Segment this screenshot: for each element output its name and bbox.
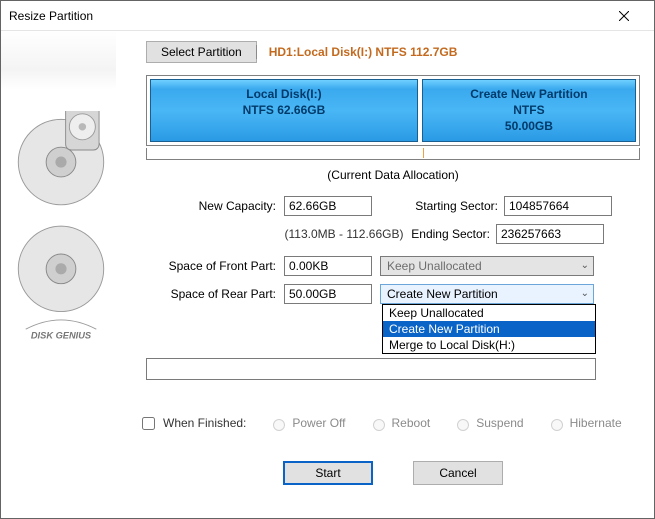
partition-left-info: NTFS 62.66GB <box>151 102 417 118</box>
partition-right-name: Create New Partition <box>423 86 635 102</box>
ending-sector-label: Ending Sector: <box>398 227 490 241</box>
partition-right-fs: NTFS <box>423 102 635 118</box>
titlebar: Resize Partition <box>1 1 654 31</box>
cancel-button[interactable]: Cancel <box>413 461 503 485</box>
radio-reboot[interactable]: Reboot <box>368 416 431 431</box>
partition-left[interactable]: Local Disk(I:) NTFS 62.66GB <box>150 79 418 142</box>
close-icon <box>619 11 629 21</box>
chevron-down-icon: ⌄ <box>581 260 589 271</box>
dropdown-option-create-new-partition[interactable]: Create New Partition <box>383 321 595 337</box>
when-finished-checkbox[interactable]: When Finished: <box>138 414 246 433</box>
allocation-caption: (Current Data Allocation) <box>146 168 640 182</box>
radio-suspend-label: Suspend <box>476 416 523 430</box>
when-finished-label: When Finished: <box>163 416 246 430</box>
radio-power-off-input[interactable] <box>273 419 285 431</box>
radio-suspend[interactable]: Suspend <box>452 416 523 431</box>
select-partition-button[interactable]: Select Partition <box>146 41 257 63</box>
radio-power-off-label: Power Off <box>292 416 345 430</box>
chevron-down-icon: ⌄ <box>581 288 589 299</box>
rear-space-mode-value: Create New Partition <box>387 287 498 301</box>
rear-space-dropdown-list: Keep Unallocated Create New Partition Me… <box>382 304 596 354</box>
svg-text:DISK GENIUS: DISK GENIUS <box>31 331 92 341</box>
partition-right-size: 50.00GB <box>423 118 635 134</box>
radio-reboot-input[interactable] <box>373 419 385 431</box>
front-space-mode-select[interactable]: Keep Unallocated ⌄ <box>380 256 594 276</box>
start-button[interactable]: Start <box>283 461 373 485</box>
new-capacity-input[interactable] <box>284 196 372 216</box>
selected-disk-label: HD1:Local Disk(I:) NTFS 112.7GB <box>269 45 458 59</box>
close-button[interactable] <box>602 2 646 30</box>
rear-space-input[interactable] <box>284 284 372 304</box>
hard-disk-icon: DISK GENIUS <box>11 111 111 371</box>
dropdown-option-merge[interactable]: Merge to Local Disk(H:) <box>383 337 595 353</box>
partition-left-name: Local Disk(I:) <box>151 86 417 102</box>
dropdown-option-keep-unallocated[interactable]: Keep Unallocated <box>383 305 595 321</box>
starting-sector-input[interactable] <box>504 196 612 216</box>
radio-hibernate-input[interactable] <box>551 419 563 431</box>
radio-suspend-input[interactable] <box>457 419 469 431</box>
content-panel: Select Partition HD1:Local Disk(I:) NTFS… <box>116 31 654 518</box>
radio-power-off[interactable]: Power Off <box>268 416 345 431</box>
window-title: Resize Partition <box>9 9 602 23</box>
rear-space-mode-select[interactable]: Create New Partition ⌄ <box>380 284 594 304</box>
radio-hibernate[interactable]: Hibernate <box>546 416 622 431</box>
front-space-mode-value: Keep Unallocated <box>387 259 482 273</box>
when-finished-checkbox-input[interactable] <box>142 417 155 430</box>
radio-hibernate-label: Hibernate <box>570 416 622 430</box>
allocation-divider-handle[interactable] <box>423 148 424 158</box>
ending-sector-input[interactable] <box>496 224 604 244</box>
resize-partition-window: Resize Partition DISK GENIUS <box>0 0 655 519</box>
rear-space-label: Space of Rear Part: <box>146 287 276 301</box>
status-input[interactable] <box>146 358 596 380</box>
starting-sector-label: Starting Sector: <box>406 199 498 213</box>
capacity-range-label: (113.0MB - 112.66GB) <box>284 227 404 241</box>
partition-right[interactable]: Create New Partition NTFS 50.00GB <box>422 79 636 142</box>
front-space-input[interactable] <box>284 256 372 276</box>
allocation-box: Local Disk(I:) NTFS 62.66GB Create New P… <box>146 75 640 146</box>
front-space-label: Space of Front Part: <box>146 259 276 273</box>
radio-reboot-label: Reboot <box>392 416 431 430</box>
disk-illustration-panel: DISK GENIUS <box>1 31 116 518</box>
allocation-ruler[interactable] <box>146 148 640 160</box>
new-capacity-label: New Capacity: <box>146 199 276 213</box>
